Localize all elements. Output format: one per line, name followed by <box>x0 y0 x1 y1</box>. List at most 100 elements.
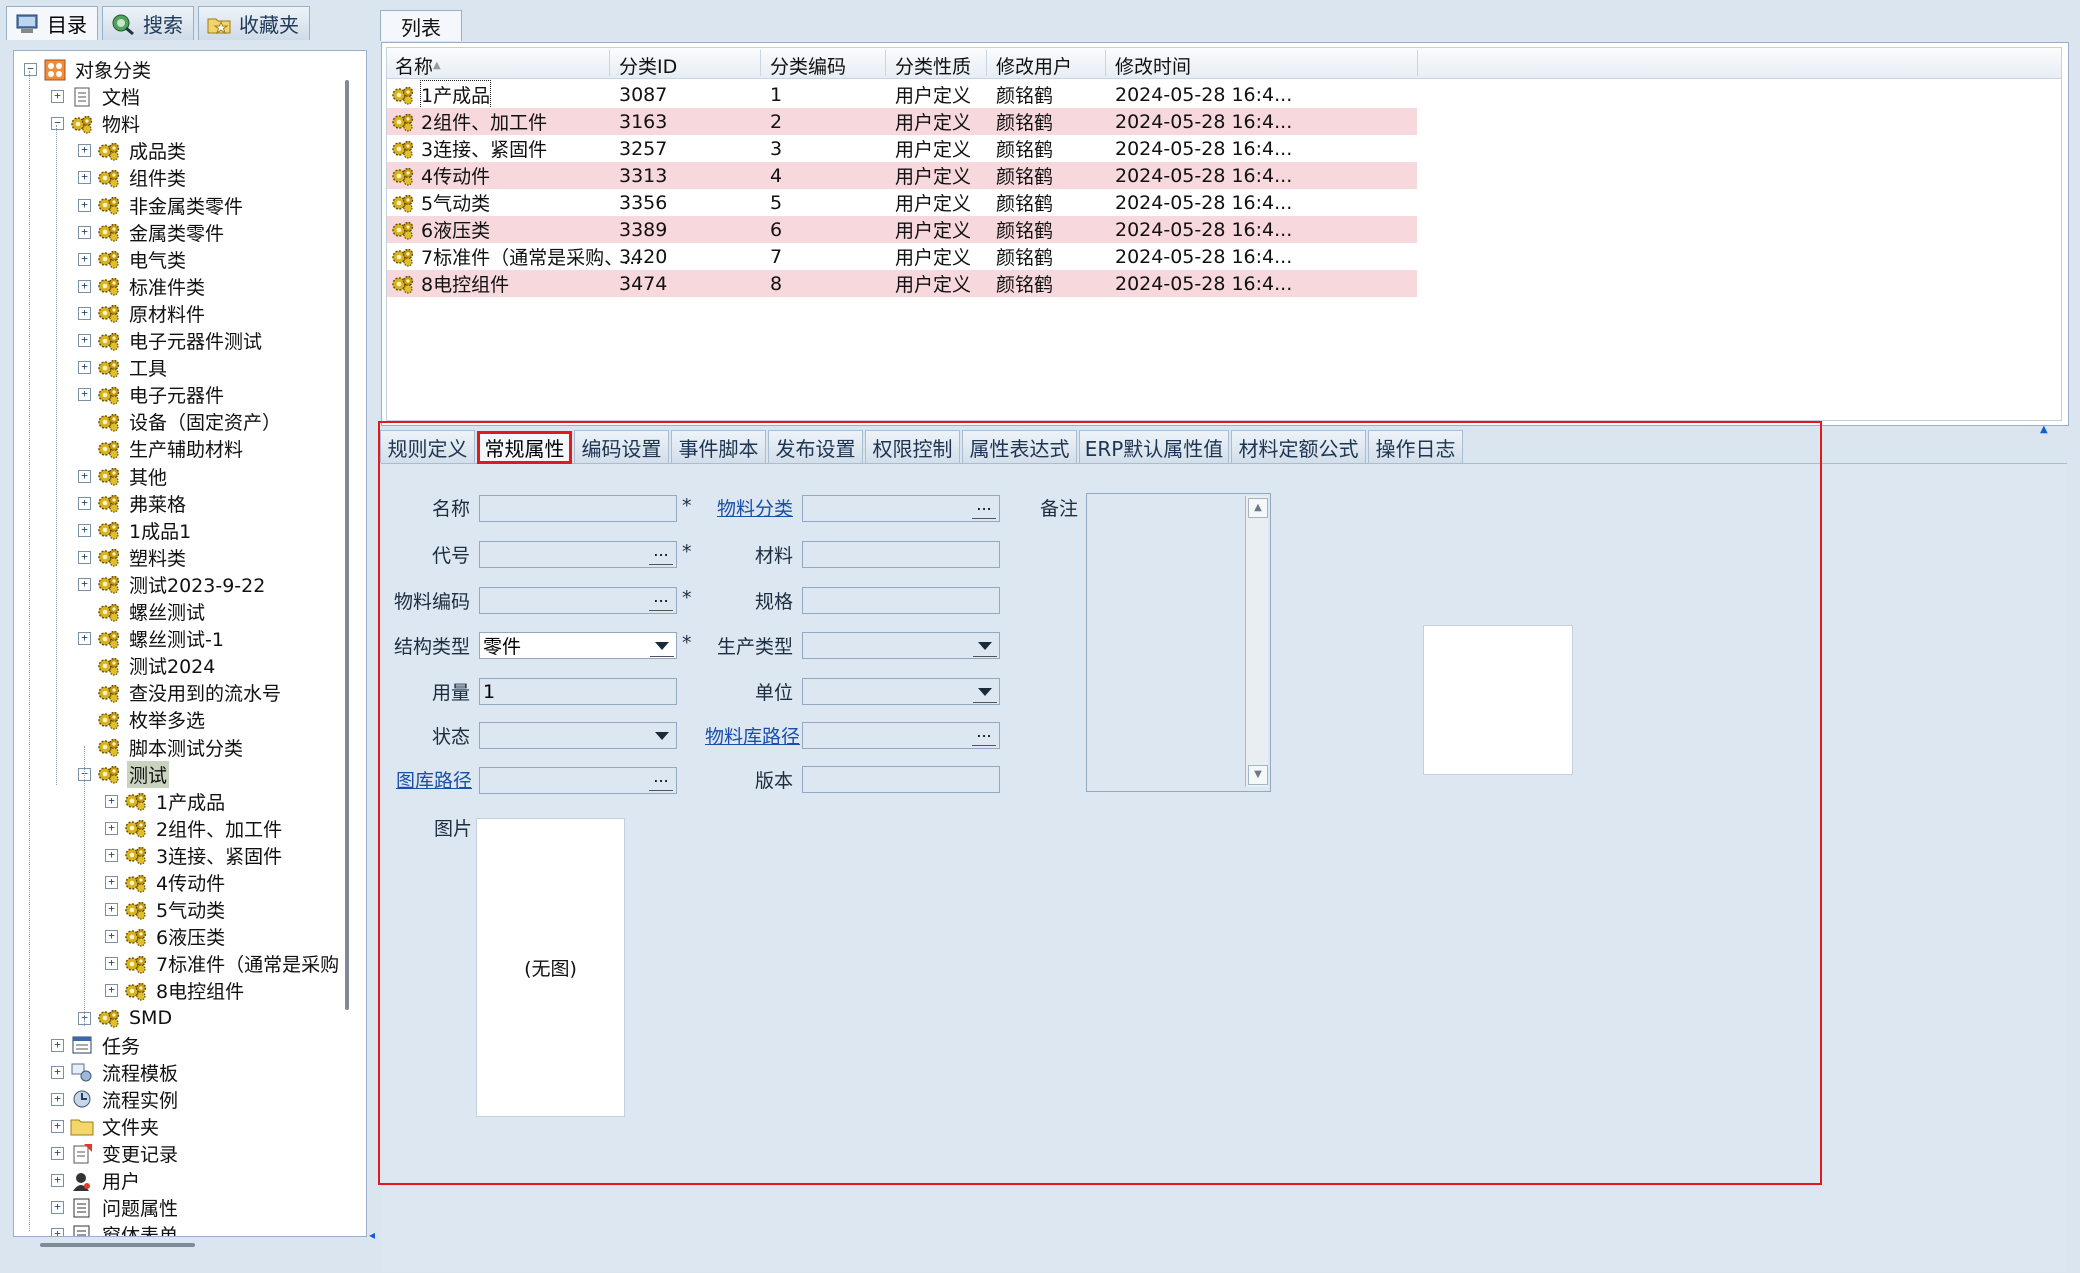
tree-item[interactable]: + 金属类零件 <box>78 219 226 246</box>
detail-tab[interactable]: 操作日志 <box>1368 430 1463 463</box>
material-category-link[interactable]: 物料分类 <box>690 492 793 522</box>
expand-icon[interactable]: + <box>78 577 91 591</box>
tree-item[interactable]: − 测试 <box>78 760 170 788</box>
expand-icon[interactable]: + <box>51 1092 64 1106</box>
column-separator[interactable] <box>986 50 987 76</box>
material-category-field[interactable]: ... <box>802 495 1000 522</box>
dropdown-arrow-icon[interactable] <box>973 681 997 703</box>
tree-item[interactable]: + 非金属类零件 <box>78 192 245 219</box>
tree-item[interactable]: 测试2024 <box>78 652 217 679</box>
detail-tab[interactable]: 常规属性 <box>477 431 572 464</box>
tree-item[interactable]: + 文档 <box>51 83 142 110</box>
table-row[interactable]: 2组件、加工件 3163 2 用户定义 颜铭鹤 2024-05-28 16:4... <box>387 108 1417 135</box>
expand-icon[interactable]: + <box>78 496 91 510</box>
browse-button[interactable]: ... <box>649 769 673 791</box>
expand-icon[interactable]: + <box>78 388 91 402</box>
expand-icon[interactable]: + <box>105 821 118 835</box>
column-separator[interactable] <box>760 50 761 76</box>
expand-icon[interactable]: + <box>51 1065 64 1079</box>
drawing-library-path-link[interactable]: 图库路径 <box>380 764 472 794</box>
material-library-path-link[interactable]: 物料库路径 <box>690 720 800 750</box>
expand-icon[interactable]: + <box>105 876 118 889</box>
column-header[interactable]: 修改用户 <box>996 52 1072 78</box>
tree-item[interactable]: + 弗莱格 <box>78 490 188 517</box>
tree-horizontal-scrollbar[interactable] <box>40 1243 195 1247</box>
column-header[interactable]: 名称 ▲ <box>395 52 441 78</box>
tree-item[interactable]: + 螺丝测试-1 <box>78 625 226 652</box>
collapse-icon[interactable]: − <box>51 117 64 131</box>
browse-button[interactable]: ... <box>972 497 996 519</box>
expand-icon[interactable]: + <box>78 550 91 564</box>
expand-icon[interactable]: + <box>51 1119 64 1133</box>
material-field[interactable] <box>802 541 1000 568</box>
tree-item[interactable]: + 电子元器件测试 <box>78 327 264 354</box>
expand-icon[interactable]: + <box>78 171 91 185</box>
detail-tab[interactable]: ERP默认属性值 <box>1079 430 1229 463</box>
collapse-arrow-icon[interactable]: ▲ <box>2040 424 2048 435</box>
tree-item[interactable]: 枚举多选 <box>78 706 207 733</box>
expand-icon[interactable]: + <box>78 252 91 266</box>
table-row[interactable]: 3连接、紧固件 3257 3 用户定义 颜铭鹤 2024-05-28 16:4... <box>387 135 1417 162</box>
expand-icon[interactable]: + <box>105 903 118 917</box>
expand-icon[interactable]: + <box>51 1228 64 1236</box>
detail-tab[interactable]: 发布设置 <box>768 430 863 463</box>
splitter-arrow-icon[interactable]: ◂ <box>369 1228 375 1242</box>
quantity-field[interactable]: 1 <box>479 678 677 705</box>
tree-item[interactable]: +1成品1 <box>78 517 193 544</box>
expand-icon[interactable]: + <box>51 1147 64 1160</box>
spec-field[interactable] <box>802 587 1000 614</box>
expand-icon[interactable]: + <box>78 225 91 239</box>
expand-icon[interactable]: + <box>78 469 91 483</box>
browse-button[interactable]: ... <box>649 589 673 611</box>
tree-item[interactable]: +3连接、紧固件 <box>105 842 284 869</box>
expand-icon[interactable]: + <box>78 198 91 212</box>
tree-item[interactable]: + 工具 <box>78 354 169 381</box>
table-row[interactable]: 4传动件 3313 4 用户定义 颜铭鹤 2024-05-28 16:4... <box>387 162 1417 189</box>
tree-item[interactable]: 螺丝测试 <box>78 598 207 625</box>
dropdown-arrow-icon[interactable] <box>973 635 997 657</box>
tree-item[interactable]: 生产辅助材料 <box>78 435 245 462</box>
tree-item[interactable]: + SMD <box>78 1005 174 1032</box>
detail-tab[interactable]: 材料定额公式 <box>1231 430 1366 463</box>
table-row[interactable]: 6液压类 3389 6 用户定义 颜铭鹤 2024-05-28 16:4... <box>387 216 1417 243</box>
expand-icon[interactable]: + <box>78 361 91 375</box>
tree-item[interactable]: +1产成品 <box>105 788 227 815</box>
material-code-field[interactable]: ... <box>479 587 677 614</box>
tab-directory[interactable]: 目录 <box>6 6 98 40</box>
tree-item[interactable]: + 问题属性 <box>51 1194 180 1221</box>
browse-button[interactable]: ... <box>649 543 673 565</box>
tree-item[interactable]: + 变更记录 <box>51 1140 180 1167</box>
code-field[interactable]: ... <box>479 541 677 568</box>
expand-icon[interactable]: + <box>78 523 91 537</box>
scroll-down-icon[interactable]: ▼ <box>1248 765 1268 785</box>
material-library-path-field[interactable]: ... <box>802 722 1000 749</box>
column-header[interactable]: 分类编码 <box>770 52 846 78</box>
picture-box[interactable]: (无图) <box>476 818 625 1117</box>
expand-icon[interactable]: + <box>51 90 64 104</box>
tree-item[interactable]: +4传动件 <box>105 869 227 896</box>
tree-item[interactable]: + 文件夹 <box>51 1113 161 1140</box>
tree-item[interactable]: +8电控组件 <box>105 977 246 1004</box>
column-header[interactable]: 分类性质 <box>895 52 971 78</box>
tab-favorites[interactable]: 收藏夹 <box>198 6 310 40</box>
collapse-icon[interactable]: − <box>24 63 37 76</box>
dropdown-arrow-icon[interactable] <box>650 725 674 746</box>
tab-search[interactable]: 搜索 <box>102 6 194 40</box>
expand-icon[interactable]: + <box>78 632 91 646</box>
tree-item[interactable]: + 塑料类 <box>78 544 188 571</box>
expand-icon[interactable]: + <box>78 334 91 347</box>
expand-icon[interactable]: + <box>51 1201 64 1215</box>
dropdown-arrow-icon[interactable] <box>650 635 674 657</box>
tree-item[interactable]: + 窗体表单 <box>51 1221 180 1236</box>
production-type-select[interactable] <box>802 632 1000 659</box>
expand-icon[interactable]: + <box>105 984 118 998</box>
tree-item[interactable]: + 标准件类 <box>78 273 207 300</box>
detail-tab[interactable]: 属性表达式 <box>962 430 1077 463</box>
tree-item[interactable]: + 其他 <box>78 463 169 490</box>
tree-item[interactable]: + 测试2023-9-22 <box>78 571 267 598</box>
tree-item[interactable]: + 任务 <box>51 1032 142 1059</box>
state-select[interactable] <box>479 722 677 749</box>
column-separator[interactable] <box>1105 50 1106 76</box>
expand-icon[interactable]: + <box>51 1038 64 1052</box>
scroll-up-icon[interactable]: ▲ <box>1248 498 1268 518</box>
